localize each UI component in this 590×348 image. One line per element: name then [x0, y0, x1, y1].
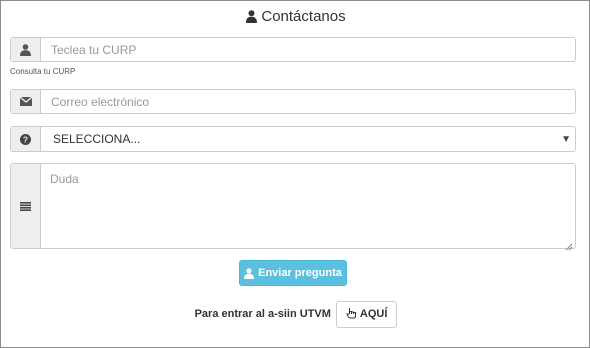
envelope-icon	[11, 90, 41, 113]
question-textarea[interactable]	[41, 164, 575, 248]
contact-form-panel: Contáctanos Consulta tu CURP ? SELECCION…	[0, 0, 590, 348]
caret-down-icon: ▼	[561, 133, 571, 145]
user-icon	[246, 9, 258, 29]
question-input-group	[10, 163, 576, 251]
page-title-text: Contáctanos	[261, 8, 346, 25]
page-title: Contáctanos	[1, 7, 590, 29]
send-question-label: Enviar pregunta	[258, 267, 342, 279]
question-circle-icon: ?	[11, 127, 41, 151]
curp-input[interactable]	[41, 38, 575, 61]
curp-hint: Consulta tu CURP	[10, 67, 76, 76]
lines-icon	[11, 164, 41, 248]
curp-input-group	[10, 37, 576, 62]
user-icon	[244, 267, 255, 279]
hand-pointer-icon	[346, 307, 357, 322]
topic-select-value: SELECCIONA...	[53, 132, 141, 146]
topic-select-group: ? SELECCIONA... ▼	[10, 126, 576, 152]
portal-login-label: AQUÍ	[359, 308, 388, 320]
resize-handle-icon[interactable]	[565, 238, 573, 251]
topic-select[interactable]: SELECCIONA... ▼	[41, 127, 575, 151]
email-input-group	[10, 89, 576, 114]
send-question-button[interactable]: Enviar pregunta	[239, 260, 347, 286]
svg-text:?: ?	[23, 134, 28, 144]
portal-row: Para entrar al a-siin UTVM AQUÍ	[1, 300, 590, 328]
portal-label: Para entrar al a-siin UTVM	[194, 308, 331, 320]
email-field[interactable]	[41, 90, 575, 113]
user-icon	[11, 38, 41, 61]
portal-login-button[interactable]: AQUÍ	[335, 300, 398, 328]
